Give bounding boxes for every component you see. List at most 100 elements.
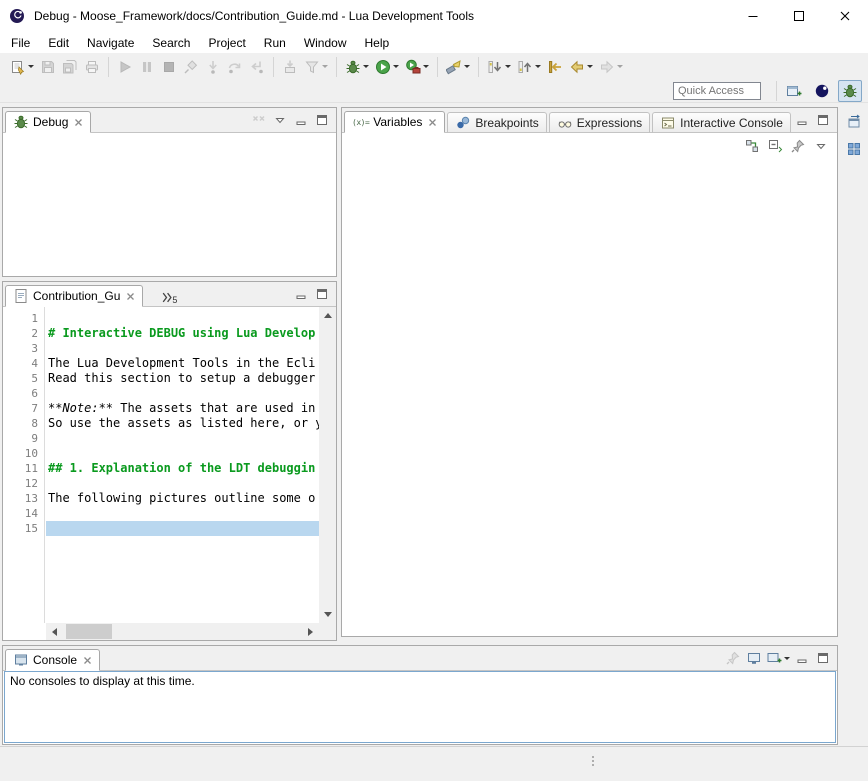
forward-button[interactable] xyxy=(597,57,625,77)
step-over-button[interactable] xyxy=(225,57,245,77)
use-step-filters-button[interactable] xyxy=(302,57,330,77)
tab-interactive-console[interactable]: Interactive Console xyxy=(652,112,791,133)
show-logical-structure-button[interactable] xyxy=(743,137,761,155)
disconnect-button[interactable] xyxy=(181,57,201,77)
drop-to-frame-button[interactable] xyxy=(280,57,300,77)
scroll-down-button[interactable] xyxy=(319,606,336,623)
scroll-right-button[interactable] xyxy=(302,623,319,640)
minimize-button[interactable] xyxy=(292,285,310,303)
debug-button[interactable] xyxy=(343,57,371,77)
tab-variables[interactable]: (x)=Variables xyxy=(344,111,445,133)
menu-edit[interactable]: Edit xyxy=(39,33,78,53)
code-segment: ## 1. Explanation of the LDT debuggin xyxy=(48,461,315,475)
maximize-button[interactable] xyxy=(313,111,331,129)
last-edit-location-button[interactable] xyxy=(545,57,565,77)
variables-icon: (x)= xyxy=(352,118,369,127)
debug-view-content xyxy=(3,133,336,276)
variables-tab-strip: (x)=Variables Breakpoints ExpressionsInter… xyxy=(342,108,837,133)
display-console-button[interactable] xyxy=(745,649,763,667)
debug-view-toolbar xyxy=(250,108,336,132)
resize-grip[interactable] xyxy=(592,756,594,766)
variables-view-toolbar xyxy=(342,133,837,159)
editor-tab-overflow-button[interactable]: 5 xyxy=(161,292,177,306)
menu-window[interactable]: Window xyxy=(295,33,356,53)
menu-search[interactable]: Search xyxy=(143,33,199,53)
minimize-button[interactable] xyxy=(292,111,310,129)
open-perspective-button[interactable] xyxy=(782,80,806,102)
line-number: 2 xyxy=(3,326,38,341)
scrollbar-corner xyxy=(319,623,336,640)
remove-all-terminated-button[interactable] xyxy=(250,111,268,129)
menu-navigate[interactable]: Navigate xyxy=(78,33,143,53)
scroll-left-button[interactable] xyxy=(46,623,63,640)
open-console-button[interactable] xyxy=(766,649,790,667)
win-close-button[interactable] xyxy=(822,0,868,32)
win-minimize-button[interactable] xyxy=(730,0,776,32)
variables-panel-buttons xyxy=(793,108,837,132)
code-line xyxy=(46,431,319,446)
step-return-button[interactable] xyxy=(247,57,267,77)
next-annotation-button[interactable] xyxy=(485,57,513,77)
line-number-gutter: 123456789101112131415 xyxy=(3,307,45,623)
collapse-all-button[interactable] xyxy=(766,137,784,155)
scroll-up-button[interactable] xyxy=(319,307,336,324)
lua-perspective-button[interactable] xyxy=(810,80,834,102)
toolbar-separator xyxy=(336,57,337,77)
overflow-chevron-icon xyxy=(161,292,172,303)
minimize-button[interactable] xyxy=(793,649,811,667)
maximize-button[interactable] xyxy=(313,285,331,303)
toolbar-row-secondary xyxy=(0,80,868,102)
terminate-button[interactable] xyxy=(159,57,179,77)
minimize-button[interactable] xyxy=(793,111,811,129)
code-line xyxy=(46,506,319,521)
variables-panel: (x)=Variables Breakpoints ExpressionsInter… xyxy=(341,107,838,637)
pin-console-button[interactable] xyxy=(724,649,742,667)
vertical-scrollbar[interactable] xyxy=(319,307,336,623)
close-icon[interactable] xyxy=(428,118,437,127)
code-area[interactable]: # Interactive DEBUG using Lua DevelopThe… xyxy=(46,307,319,623)
search-button[interactable] xyxy=(444,57,472,77)
quick-access-input[interactable] xyxy=(673,82,761,100)
tab-expressions[interactable]: Expressions xyxy=(549,112,650,133)
line-number: 10 xyxy=(3,446,38,461)
resume-button[interactable] xyxy=(115,57,135,77)
pin-view-button[interactable] xyxy=(789,137,807,155)
menu-project[interactable]: Project xyxy=(199,33,254,53)
minimized-view-button[interactable] xyxy=(844,139,864,159)
debug-view-icon xyxy=(13,114,29,130)
maximize-button[interactable] xyxy=(814,111,832,129)
horizontal-scrollbar[interactable] xyxy=(46,623,319,640)
dropdown-arrow-icon xyxy=(587,65,593,68)
menu-help[interactable]: Help xyxy=(356,33,399,53)
external-tools-button[interactable] xyxy=(403,57,431,77)
view-menu-button[interactable] xyxy=(271,111,289,129)
maximize-button[interactable] xyxy=(814,649,832,667)
close-icon[interactable] xyxy=(126,292,135,301)
menu-run[interactable]: Run xyxy=(255,33,295,53)
new-wizard-button[interactable] xyxy=(8,57,36,77)
editor-tab-strip: Contribution_Gu 5 xyxy=(3,282,336,307)
back-button[interactable] xyxy=(567,57,595,77)
scrollbar-thumb[interactable] xyxy=(66,624,112,639)
save-all-button[interactable] xyxy=(60,57,80,77)
debug-perspective-button[interactable] xyxy=(838,80,862,102)
win-maximize-button[interactable] xyxy=(776,0,822,32)
restore-view-button[interactable] xyxy=(844,112,864,132)
menu-file[interactable]: File xyxy=(2,33,39,53)
save-button[interactable] xyxy=(38,57,58,77)
tab-debug[interactable]: Debug xyxy=(5,111,91,133)
suspend-button[interactable] xyxy=(137,57,157,77)
previous-annotation-button[interactable] xyxy=(515,57,543,77)
run-button[interactable] xyxy=(373,57,401,77)
dropdown-arrow-icon xyxy=(423,65,429,68)
close-icon[interactable] xyxy=(74,118,83,127)
view-menu-button[interactable] xyxy=(812,137,830,155)
tab-console[interactable]: Console xyxy=(5,649,100,671)
step-into-button[interactable] xyxy=(203,57,223,77)
dropdown-arrow-icon xyxy=(535,65,541,68)
tab-contribution-guide[interactable]: Contribution_Gu xyxy=(5,285,143,307)
print-button[interactable] xyxy=(82,57,102,77)
tab-label: Breakpoints xyxy=(475,116,538,130)
close-icon[interactable] xyxy=(83,656,92,665)
tab-breakpoints[interactable]: Breakpoints xyxy=(447,112,546,133)
